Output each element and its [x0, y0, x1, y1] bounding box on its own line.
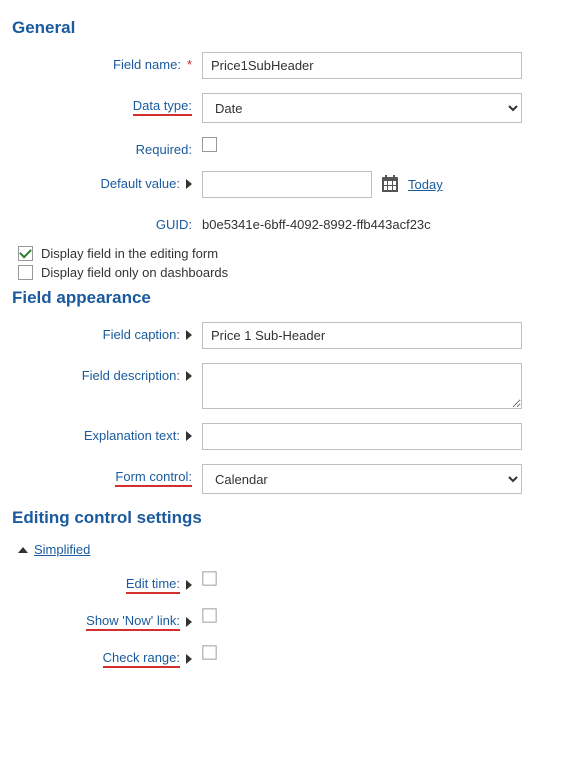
form-control-label: Form control:	[12, 464, 202, 487]
expand-icon[interactable]	[186, 580, 192, 590]
show-now-label: Show 'Now' link:	[12, 608, 202, 631]
explanation-text-input[interactable]	[202, 423, 522, 450]
field-description-label: Field description:	[12, 363, 202, 383]
field-description-textarea[interactable]	[202, 363, 522, 409]
edit-time-checkbox[interactable]	[202, 571, 216, 585]
field-caption-label: Field caption:	[12, 322, 202, 342]
field-name-label: Field name:*	[12, 52, 202, 72]
today-link[interactable]: Today	[408, 177, 443, 192]
section-editing-title: Editing control settings	[12, 508, 555, 528]
field-caption-input[interactable]	[202, 322, 522, 349]
display-dashboards-label: Display field only on dashboards	[41, 265, 228, 280]
data-type-select[interactable]: Date	[202, 93, 522, 123]
edit-time-label: Edit time:	[12, 571, 202, 594]
field-name-input[interactable]	[202, 52, 522, 79]
data-type-label: Data type:	[12, 93, 202, 116]
display-editing-label: Display field in the editing form	[41, 246, 218, 261]
collapse-icon[interactable]	[18, 547, 28, 553]
guid-value: b0e5341e-6bff-4092-8992-ffb443acf23c	[202, 212, 431, 232]
default-value-input[interactable]	[202, 171, 372, 198]
default-value-label: Default value:	[12, 171, 202, 191]
calendar-icon[interactable]	[382, 177, 398, 192]
section-general-title: General	[12, 18, 555, 38]
expand-icon[interactable]	[186, 617, 192, 627]
required-label: Required:	[12, 137, 202, 157]
explanation-text-label: Explanation text:	[12, 423, 202, 443]
form-control-select[interactable]: Calendar	[202, 464, 522, 494]
guid-label: GUID:	[12, 212, 202, 232]
check-range-checkbox[interactable]	[202, 645, 216, 659]
simplified-link[interactable]: Simplified	[34, 542, 90, 557]
check-range-label: Check range:	[12, 645, 202, 668]
show-now-checkbox[interactable]	[202, 608, 216, 622]
section-appearance-title: Field appearance	[12, 288, 555, 308]
expand-icon[interactable]	[186, 431, 192, 441]
expand-icon[interactable]	[186, 654, 192, 664]
required-checkbox[interactable]	[202, 137, 217, 152]
expand-icon[interactable]	[186, 179, 192, 189]
expand-icon[interactable]	[186, 371, 192, 381]
required-asterisk: *	[187, 57, 192, 72]
expand-icon[interactable]	[186, 330, 192, 340]
display-editing-checkbox[interactable]	[18, 246, 33, 261]
display-dashboards-checkbox[interactable]	[18, 265, 33, 280]
